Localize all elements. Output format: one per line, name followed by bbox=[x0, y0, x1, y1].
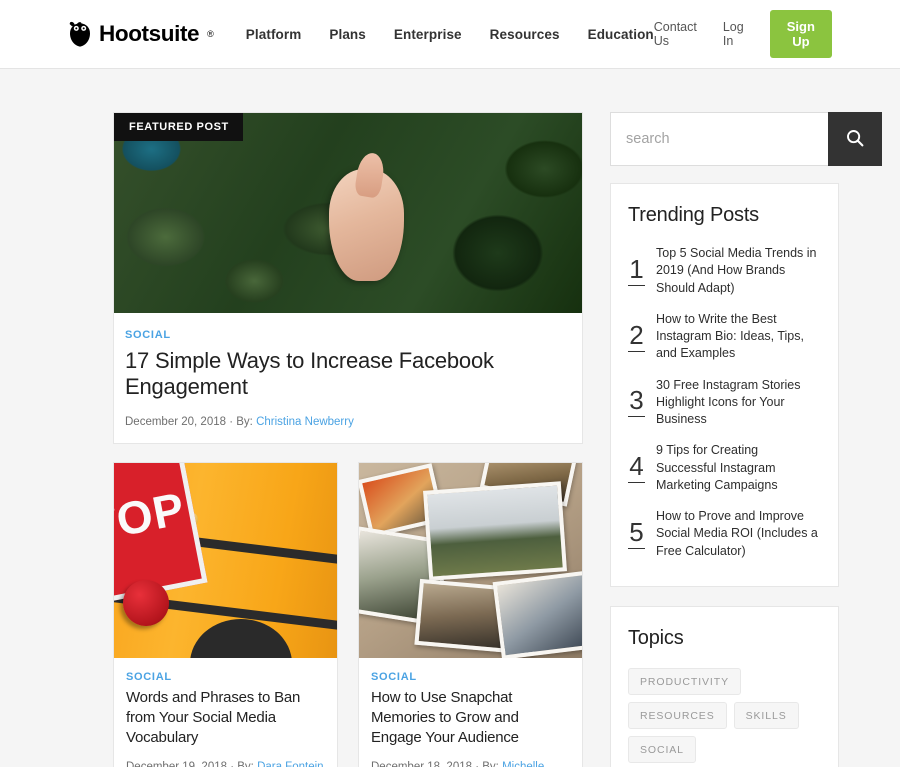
featured-category-link[interactable]: SOCIAL bbox=[125, 329, 571, 341]
featured-post-badge: FEATURED POST bbox=[114, 113, 243, 141]
post-card-snapchat[interactable]: SOCIAL How to Use Snapchat Memories to G… bbox=[358, 461, 583, 767]
photo-print-5 bbox=[492, 570, 582, 658]
topic-tag-skills[interactable]: SKILLS bbox=[733, 701, 799, 729]
trending-title-3: 30 Free Instagram Stories Highlight Icon… bbox=[656, 377, 801, 427]
featured-post-author[interactable]: Christina Newberry bbox=[256, 416, 354, 428]
post-card-school-bus[interactable]: STOP SOCIAL Words and Phrases to Ban fro… bbox=[113, 461, 338, 767]
main-nav: Platform Plans Enterprise Resources Educ… bbox=[246, 27, 654, 42]
post-meta-0: December 19, 2018 · By: Dara Fontein bbox=[126, 747, 326, 767]
post-body-school-bus: SOCIAL Words and Phrases to Ban from You… bbox=[114, 658, 337, 767]
trending-rank-2: 2 bbox=[628, 319, 645, 352]
post-category-link-1[interactable]: SOCIAL bbox=[371, 671, 571, 683]
trending-rank-1: 1 bbox=[628, 253, 645, 286]
trending-posts-widget: Trending Posts 1 Top 5 Social Media Tren… bbox=[610, 183, 839, 587]
log-in-link[interactable]: Log In bbox=[723, 20, 744, 48]
main-content-column: FEATURED POST SOCIAL 17 Simple Ways to I… bbox=[113, 112, 583, 767]
contact-us-link[interactable]: Contact Us bbox=[654, 20, 697, 48]
post-byline-prefix-1: · By: bbox=[475, 761, 499, 767]
post-category-link-0[interactable]: SOCIAL bbox=[126, 671, 326, 683]
nav-item-plans[interactable]: Plans bbox=[329, 27, 366, 42]
sign-up-button[interactable]: Sign Up bbox=[769, 10, 832, 58]
search-button[interactable] bbox=[828, 112, 882, 166]
foliage-thumbs-up-photo bbox=[114, 113, 582, 313]
topic-tag-cloud: PRODUCTIVITY RESOURCES SKILLS SOCIAL SOC… bbox=[628, 667, 821, 767]
trending-posts-title: Trending Posts bbox=[628, 204, 759, 226]
trending-title-5: How to Prove and Improve Social Media RO… bbox=[656, 509, 818, 558]
post-date-1: December 18, 2018 bbox=[371, 761, 472, 767]
post-body-snapchat: SOCIAL How to Use Snapchat Memories to G… bbox=[359, 658, 582, 767]
brand-logo[interactable]: Hootsuite ® bbox=[68, 21, 214, 47]
trending-item-4[interactable]: 4 9 Tips for Creating Successful Instagr… bbox=[628, 442, 821, 494]
nav-item-enterprise[interactable]: Enterprise bbox=[394, 27, 462, 42]
topic-tag-social[interactable]: SOCIAL bbox=[628, 735, 696, 763]
featured-byline-prefix: · By: bbox=[229, 415, 253, 428]
topic-tag-productivity[interactable]: PRODUCTIVITY bbox=[628, 667, 741, 695]
post-author-0[interactable]: Dara Fontein bbox=[257, 761, 323, 767]
trending-item-1[interactable]: 1 Top 5 Social Media Trends in 2019 (And… bbox=[628, 245, 821, 297]
featured-post-date: December 20, 2018 bbox=[125, 415, 227, 428]
post-title-0[interactable]: Words and Phrases to Ban from Your Socia… bbox=[126, 688, 326, 747]
post-image-photographs[interactable] bbox=[359, 462, 582, 658]
featured-post-meta: December 20, 2018 · By: Christina Newber… bbox=[125, 416, 571, 428]
sidebar: Trending Posts 1 Top 5 Social Media Tren… bbox=[610, 112, 882, 767]
topics-widget: Topics PRODUCTIVITY RESOURCES SKILLS SOC… bbox=[610, 605, 839, 767]
scattered-photographs-photo bbox=[359, 462, 582, 658]
trending-item-2[interactable]: 2 How to Write the Best Instagram Bio: I… bbox=[628, 311, 821, 363]
bus-tire bbox=[189, 618, 293, 658]
post-date-0: December 19, 2018 bbox=[126, 761, 227, 767]
trending-item-5[interactable]: 5 How to Prove and Improve Social Media … bbox=[628, 508, 821, 560]
trending-rank-3: 3 bbox=[628, 385, 645, 418]
post-image-school-bus[interactable]: STOP bbox=[114, 462, 337, 658]
nav-item-platform[interactable]: Platform bbox=[246, 27, 302, 42]
owl-icon bbox=[68, 21, 92, 47]
bus-red-warning-light bbox=[122, 579, 169, 626]
featured-post-image[interactable]: FEATURED POST bbox=[114, 113, 582, 313]
trending-rank-5: 5 bbox=[628, 516, 645, 549]
post-title-1[interactable]: How to Use Snapchat Memories to Grow and… bbox=[371, 688, 571, 747]
trending-item-3[interactable]: 3 30 Free Instagram Stories Highlight Ic… bbox=[628, 377, 821, 429]
photo-print-1 bbox=[422, 481, 568, 581]
topic-tag-resources[interactable]: RESOURCES bbox=[628, 701, 727, 729]
brand-registered-mark: ® bbox=[207, 29, 214, 39]
search-icon bbox=[845, 128, 865, 151]
trending-title-4: 9 Tips for Creating Successful Instagram… bbox=[656, 443, 778, 492]
post-meta-1: December 18, 2018 · By: Michelle Cyca bbox=[371, 747, 571, 767]
featured-post-card[interactable]: FEATURED POST SOCIAL 17 Simple Ways to I… bbox=[113, 112, 583, 444]
search-form bbox=[610, 112, 882, 166]
brand-name: Hootsuite bbox=[99, 20, 200, 46]
trending-title-2: How to Write the Best Instagram Bio: Ide… bbox=[656, 311, 804, 361]
post-grid: STOP SOCIAL Words and Phrases to Ban fro… bbox=[113, 461, 583, 767]
post-byline-prefix-0: · By: bbox=[230, 761, 254, 767]
trending-rank-4: 4 bbox=[628, 451, 645, 484]
search-input[interactable] bbox=[610, 112, 828, 166]
featured-post-title[interactable]: 17 Simple Ways to Increase Facebook Enga… bbox=[125, 348, 571, 400]
header-utility-group: Contact Us Log In Sign Up bbox=[654, 10, 832, 58]
featured-post-body: SOCIAL 17 Simple Ways to Increase Facebo… bbox=[114, 313, 582, 443]
nav-item-education[interactable]: Education bbox=[588, 27, 654, 42]
trending-title-1: Top 5 Social Media Trends in 2019 (And H… bbox=[656, 246, 817, 295]
site-header: Hootsuite ® Platform Plans Enterprise Re… bbox=[0, 0, 900, 69]
page-body: FEATURED POST SOCIAL 17 Simple Ways to I… bbox=[0, 69, 900, 767]
nav-item-resources[interactable]: Resources bbox=[490, 27, 560, 42]
school-bus-stop-sign-photo: STOP bbox=[114, 462, 337, 658]
topics-title: Topics bbox=[628, 626, 684, 649]
